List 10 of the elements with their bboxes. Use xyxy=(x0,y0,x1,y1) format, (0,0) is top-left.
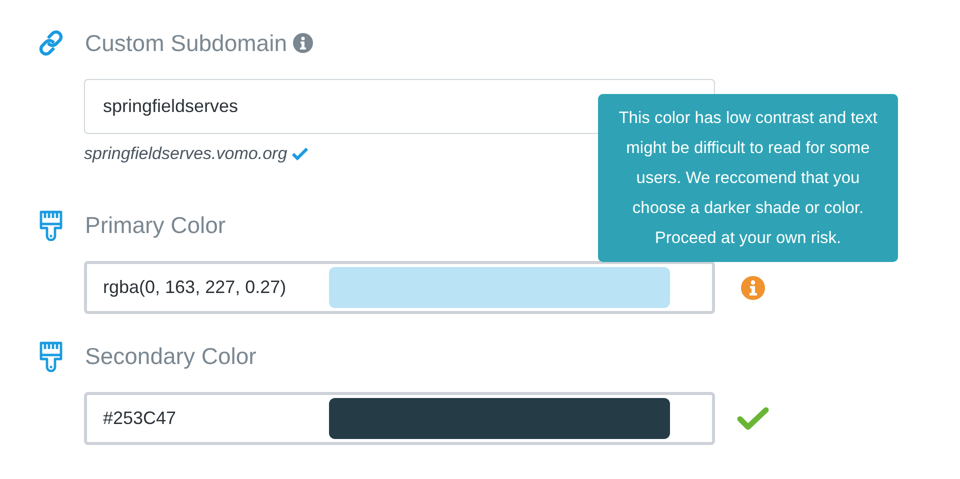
color-input[interactable]: #253C47 xyxy=(84,392,715,445)
tooltip: This color has low contrast and text might be difficult to read for some users. We reccomend that you choose a darker shade or color. Proceed at your own risk. xyxy=(598,94,898,262)
subdomain-url: springfieldserves.vomo.org xyxy=(84,144,288,164)
info-icon[interactable] xyxy=(741,276,765,300)
section-label: Secondary Color xyxy=(85,342,256,370)
section-label: Custom Subdomain xyxy=(85,30,287,56)
section-label: Primary Color xyxy=(85,212,226,238)
color-input[interactable]: rgba(0, 163, 227, 0.27) xyxy=(84,261,715,314)
info-icon[interactable] xyxy=(293,33,313,53)
check-icon xyxy=(737,406,769,430)
